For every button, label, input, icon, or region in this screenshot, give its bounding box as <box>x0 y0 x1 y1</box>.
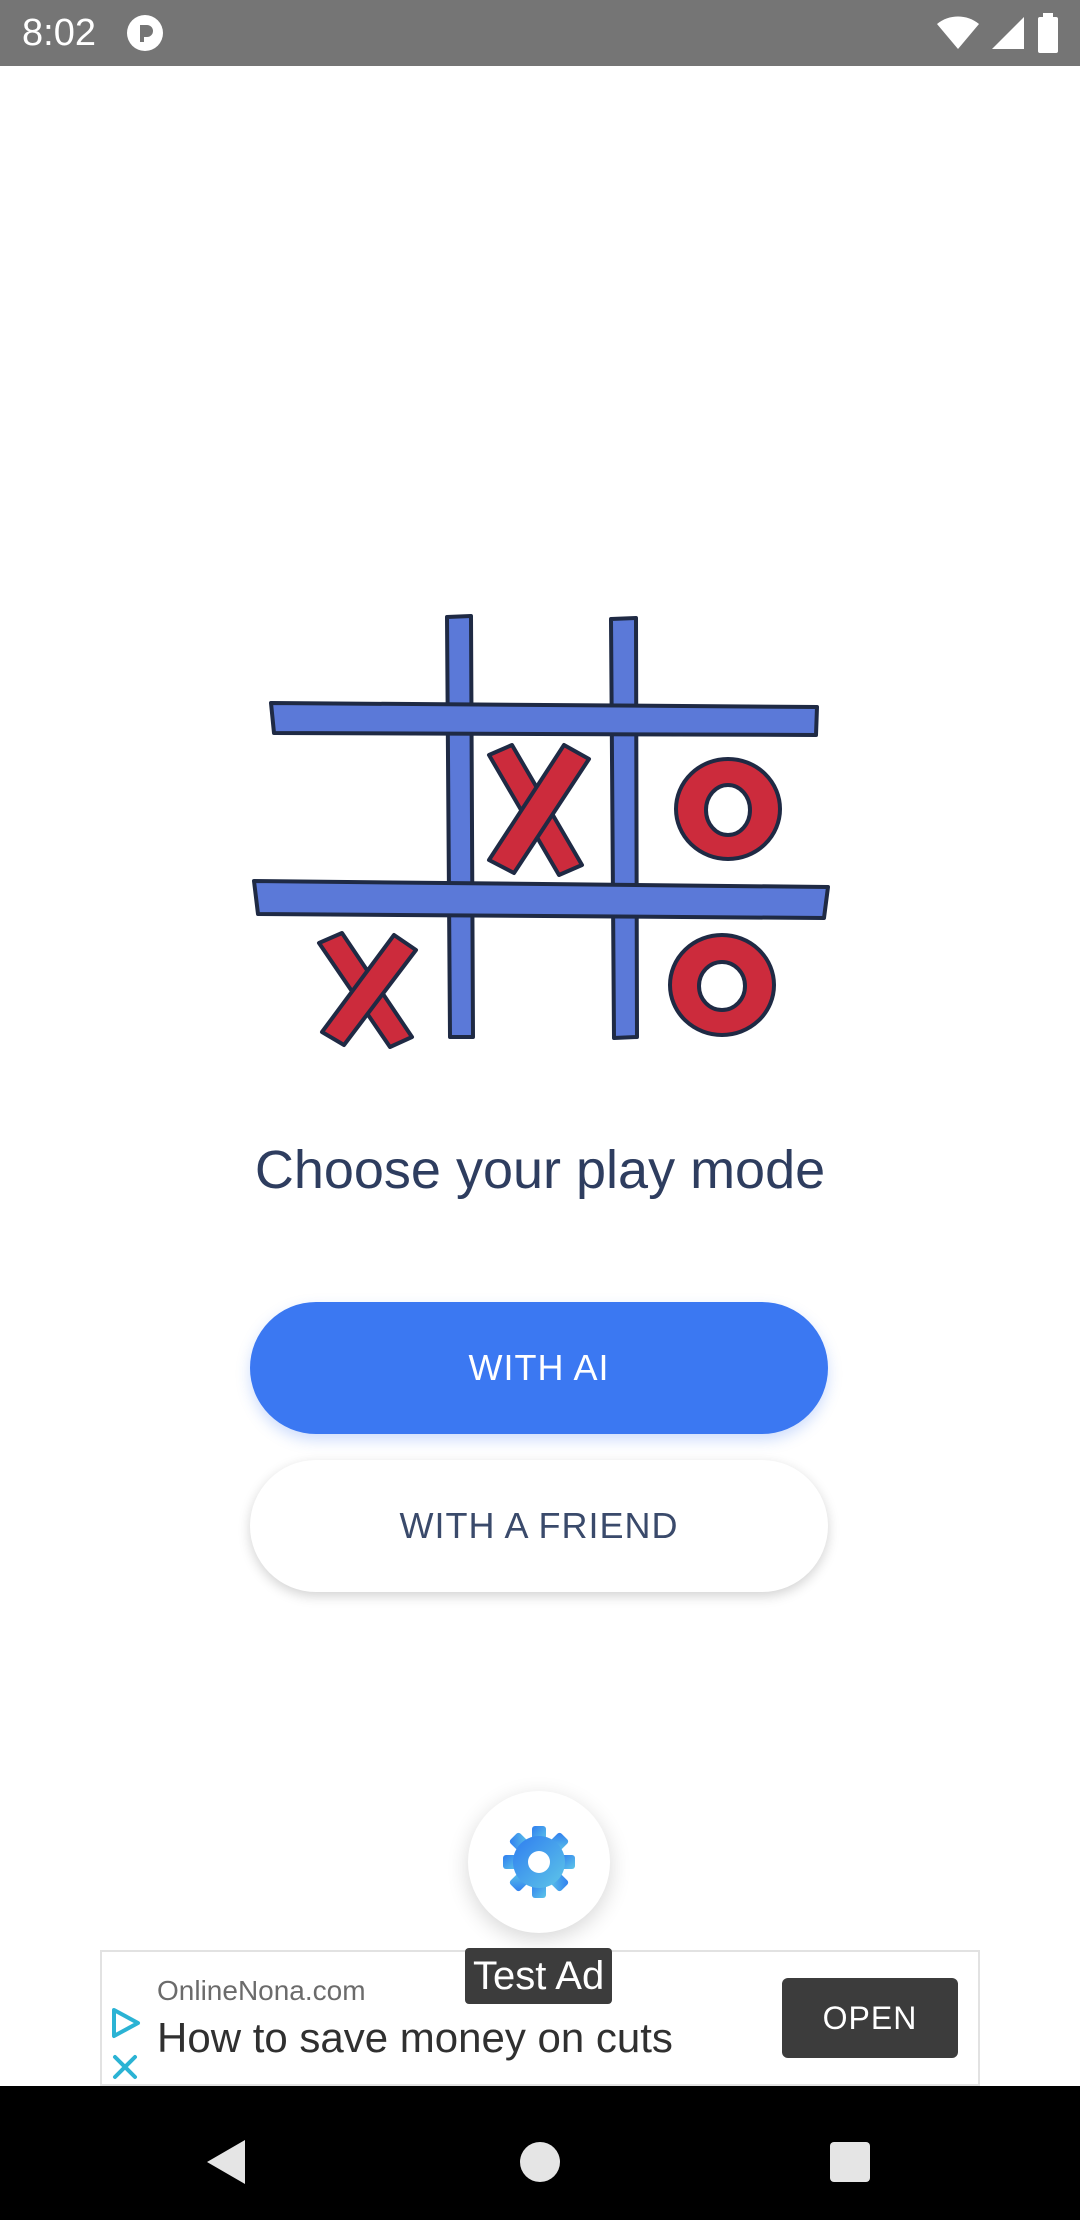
gear-icon <box>503 1826 575 1898</box>
ad-choices-icon[interactable] <box>108 2006 142 2040</box>
tic-tac-toe-board-illustration <box>252 614 830 1049</box>
back-button[interactable] <box>186 2122 266 2202</box>
app-screen: 8:02 Choose your play mode WITH AI WITH … <box>0 0 1080 2220</box>
home-icon <box>520 2142 560 2182</box>
page-title: Choose your play mode <box>254 1140 826 1200</box>
settings-button[interactable] <box>468 1791 610 1933</box>
status-bar: 8:02 <box>0 0 1080 66</box>
ad-domain: OnlineNona.com <box>157 1975 366 2006</box>
recents-icon <box>830 2142 870 2182</box>
ad-open-button[interactable]: OPEN <box>782 1978 958 2058</box>
signal-icon <box>992 17 1024 49</box>
back-icon <box>207 2140 245 2184</box>
ad-label: Test Ad <box>465 1948 613 2004</box>
ad-headline[interactable]: How to save money on cuts <box>157 2012 673 2064</box>
wifi-icon <box>937 16 979 49</box>
with-friend-button[interactable]: WITH A FRIEND <box>250 1460 828 1592</box>
status-icons <box>936 12 1060 54</box>
navigation-bar <box>0 2086 1080 2220</box>
close-icon[interactable] <box>110 2052 140 2082</box>
home-button[interactable] <box>500 2122 580 2202</box>
recents-button[interactable] <box>810 2122 890 2202</box>
battery-icon <box>1038 13 1058 53</box>
with-ai-button[interactable]: WITH AI <box>250 1302 828 1434</box>
app-notification-icon <box>127 15 163 51</box>
status-time: 8:02 <box>22 12 96 54</box>
